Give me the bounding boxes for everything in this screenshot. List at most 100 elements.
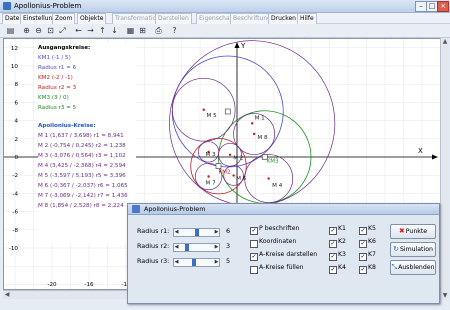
- p-beschriften-label: P beschriften: [259, 225, 300, 232]
- info-heading-ausgangskreise: Ausgangskreise:: [38, 45, 91, 51]
- x-axis-label: X: [418, 147, 423, 155]
- koordinaten-checkbox[interactable]: [250, 240, 258, 248]
- slider-right-icon[interactable]: ▶: [214, 244, 219, 251]
- info-km2: KM2 (-2 / -1): [38, 75, 73, 81]
- close-x-icon: ✖: [398, 227, 405, 235]
- point-label-km2: KM2: [219, 169, 231, 175]
- arrow-left-icon[interactable]: ←: [73, 25, 84, 36]
- info-m3: M 3 (-3,076 / 0,564) r3 = 1,102: [38, 153, 126, 159]
- vertical-scrollbar[interactable]: ▲ ▼: [440, 38, 449, 300]
- help-icon[interactable]: ?: [169, 25, 180, 36]
- apollonius-center-1: [250, 122, 254, 125]
- panel-title-bar[interactable]: Apollonius-Problem: [128, 204, 439, 215]
- y-tick-label: -6: [12, 210, 18, 216]
- radius-r1-slider[interactable]: ◀ ▶: [173, 228, 220, 237]
- radius-r3-slider[interactable]: ◀ ▶: [173, 258, 220, 267]
- k8-checkbox[interactable]: ✓: [359, 266, 367, 274]
- point-label-m6: M 6: [236, 176, 247, 182]
- slider-thumb[interactable]: [195, 229, 199, 236]
- info-m6: M 6 (-0,367 / -2,037) r6 = 1,065: [38, 183, 128, 189]
- scroll-down-icon[interactable]: ▼: [441, 292, 449, 300]
- y-axis-arrow-icon: [234, 42, 240, 48]
- y-tick-label: 10: [11, 64, 19, 70]
- k4-checkbox[interactable]: ✓: [329, 266, 337, 274]
- y-tick-label: -10: [9, 246, 19, 252]
- k5-checkbox[interactable]: ✓: [359, 227, 367, 235]
- k6-label: K6: [368, 238, 376, 245]
- info-m1: M 1 (1,637 / 3,698) r1 = 8,941: [38, 133, 124, 139]
- zoom-fit-icon[interactable]: ⊡: [45, 25, 56, 36]
- new-file-icon[interactable]: ▤: [5, 25, 16, 36]
- radius-r3-label: Radius r3:: [137, 257, 170, 265]
- radius-r2-value: 3: [226, 242, 231, 250]
- k1-label: K1: [338, 225, 346, 232]
- y-tick-label: 8: [14, 82, 18, 88]
- zoom-out-icon[interactable]: ⊖: [33, 25, 44, 36]
- a-kreise-fuellen-label: A-Kreise füllen: [259, 264, 304, 271]
- k3-checkbox[interactable]: ✓: [329, 253, 337, 261]
- ausblenden-button[interactable]: ⤡Ausblenden: [390, 260, 436, 275]
- y-tick-label: 6: [14, 100, 18, 106]
- apollonius-center-7: [207, 175, 210, 178]
- zoom-in-icon[interactable]: ⊕: [21, 25, 32, 36]
- apollonius-center-2: [228, 153, 232, 156]
- radius-r2-slider[interactable]: ◀ ▶: [173, 243, 220, 252]
- zoom-area-icon[interactable]: ⤢: [57, 25, 68, 36]
- simulation-button[interactable]: ↻Simulation: [390, 242, 436, 257]
- k1-checkbox[interactable]: ✓: [329, 227, 337, 235]
- arrow-down-icon[interactable]: ↓: [109, 25, 120, 36]
- radius-r2-label: Radius r2:: [137, 242, 170, 250]
- panel-title: Apollonius-Problem: [144, 205, 206, 213]
- app-icon: [3, 2, 11, 10]
- control-panel: Apollonius-Problem Radius r1: ◀ ▶ 6 Radi…: [127, 203, 440, 304]
- window-title: Apollonius-Problem: [14, 2, 82, 10]
- k7-checkbox[interactable]: ✓: [359, 253, 367, 261]
- arrow-up-icon[interactable]: ↑: [97, 25, 108, 36]
- y-tick-label: -2: [12, 173, 18, 179]
- apollonius-center-6: [232, 174, 235, 177]
- a-kreise-fuellen-checkbox[interactable]: [250, 266, 258, 274]
- slider-left-icon[interactable]: ◀: [174, 259, 179, 266]
- radius-r3-value: 5: [226, 257, 231, 265]
- slider-left-icon[interactable]: ◀: [174, 244, 179, 251]
- slider-right-icon[interactable]: ▶: [214, 259, 219, 266]
- center-marker-2: [215, 163, 222, 169]
- apollonius-center-4: [267, 177, 270, 180]
- slider-thumb[interactable]: [192, 259, 196, 266]
- k5-label: K5: [368, 225, 376, 232]
- x-tick-label: -16: [84, 282, 94, 288]
- refresh-icon: ↻: [393, 245, 399, 253]
- close-button[interactable]: ×: [437, 1, 449, 12]
- point-label-m1: M 1: [255, 116, 266, 122]
- print-icon[interactable]: ⎙: [153, 25, 164, 36]
- p-beschriften-checkbox[interactable]: ✓: [250, 227, 258, 235]
- k7-label: K7: [368, 251, 376, 258]
- grid-icon[interactable]: ▦: [125, 25, 136, 36]
- punkte-button[interactable]: ✖Punkte: [390, 224, 436, 239]
- slider-thumb[interactable]: [185, 244, 189, 251]
- k2-checkbox[interactable]: ✓: [329, 240, 337, 248]
- scroll-up-icon[interactable]: ▲: [441, 38, 449, 46]
- info-r2: Radius r2 = 3: [38, 85, 77, 91]
- y-tick-label: 4: [14, 119, 18, 125]
- center-marker-1: [224, 108, 231, 115]
- arrow-right-icon[interactable]: →: [85, 25, 96, 36]
- k8-label: K8: [368, 264, 376, 271]
- info-box: Ausgangskreise: KM1 (-1 / 5) Radius r1 =…: [38, 43, 136, 243]
- slider-right-icon[interactable]: ▶: [214, 229, 219, 236]
- a-kreise-darstellen-checkbox[interactable]: ✓: [250, 253, 258, 261]
- koordinaten-label: Koordinaten: [259, 238, 297, 245]
- point-label-m4: M 4: [272, 183, 283, 189]
- k3-label: K3: [338, 251, 346, 258]
- y-tick-label: -4: [12, 191, 18, 197]
- scroll-left-icon[interactable]: ◀: [3, 291, 11, 299]
- y-tick-label: 0: [14, 155, 18, 161]
- k6-checkbox[interactable]: ✓: [359, 240, 367, 248]
- point-label-m3: M 3: [206, 152, 217, 158]
- axes-icon[interactable]: ⊞: [137, 25, 148, 36]
- slider-left-icon[interactable]: ◀: [174, 229, 179, 236]
- k4-label: K4: [338, 264, 346, 271]
- title-bar: Apollonius-Problem – □ ×: [0, 0, 450, 13]
- apollonius-center-8: [252, 132, 256, 136]
- info-m5: M 5 (-3,597 / 5,193) r5 = 3,396: [38, 173, 126, 179]
